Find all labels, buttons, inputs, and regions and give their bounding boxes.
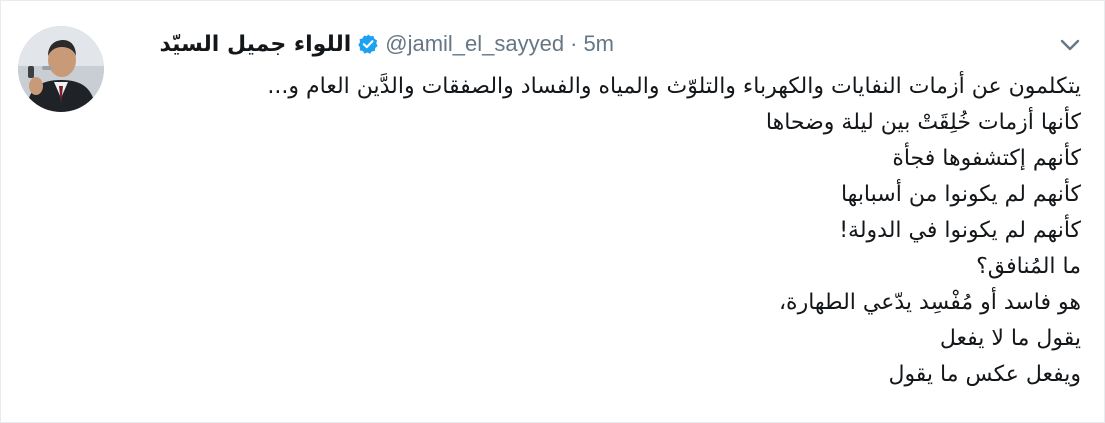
tweet-line: هو فاسد أو مُفْسِد يدّعي الطهارة، (778, 290, 1081, 315)
tweet-text: يتكلمون عن أزمات النفايات والكهرباء والت… (81, 69, 1081, 393)
tweet-line: ما المُنافق؟ (976, 254, 1081, 279)
tweet-line: كأنهم إكتشفوها فجأة (892, 146, 1081, 171)
author-name[interactable]: اللواء جميل السيّد (159, 32, 351, 57)
tweet-line: كأنهم لم يكونوا في الدولة! (839, 218, 1081, 243)
tweet-card[interactable]: اللواء جميل السيّد @jamil_el_sayyed · 5m… (0, 0, 1105, 423)
tweet-line: يقول ما لا يفعل (939, 326, 1081, 351)
author-handle[interactable]: @jamil_el_sayyed (385, 31, 564, 57)
tweet-line: كأنهم لم يكونوا من أسبابها (840, 182, 1081, 207)
tweet-menu-button[interactable] (1056, 31, 1084, 59)
verified-badge-icon (357, 33, 379, 55)
tweet-line: كأنها أزمات خُلِقَتْ بين ليلة وضحاها (765, 110, 1081, 135)
separator-dot: · (570, 31, 578, 56)
tweet-line: ويفعل عكس ما يقول (888, 362, 1081, 387)
tweet-line: يتكلمون عن أزمات النفايات والكهرباء والت… (267, 74, 1081, 99)
chevron-down-icon (1056, 31, 1084, 59)
tweet-timestamp[interactable]: 5m (583, 31, 614, 57)
